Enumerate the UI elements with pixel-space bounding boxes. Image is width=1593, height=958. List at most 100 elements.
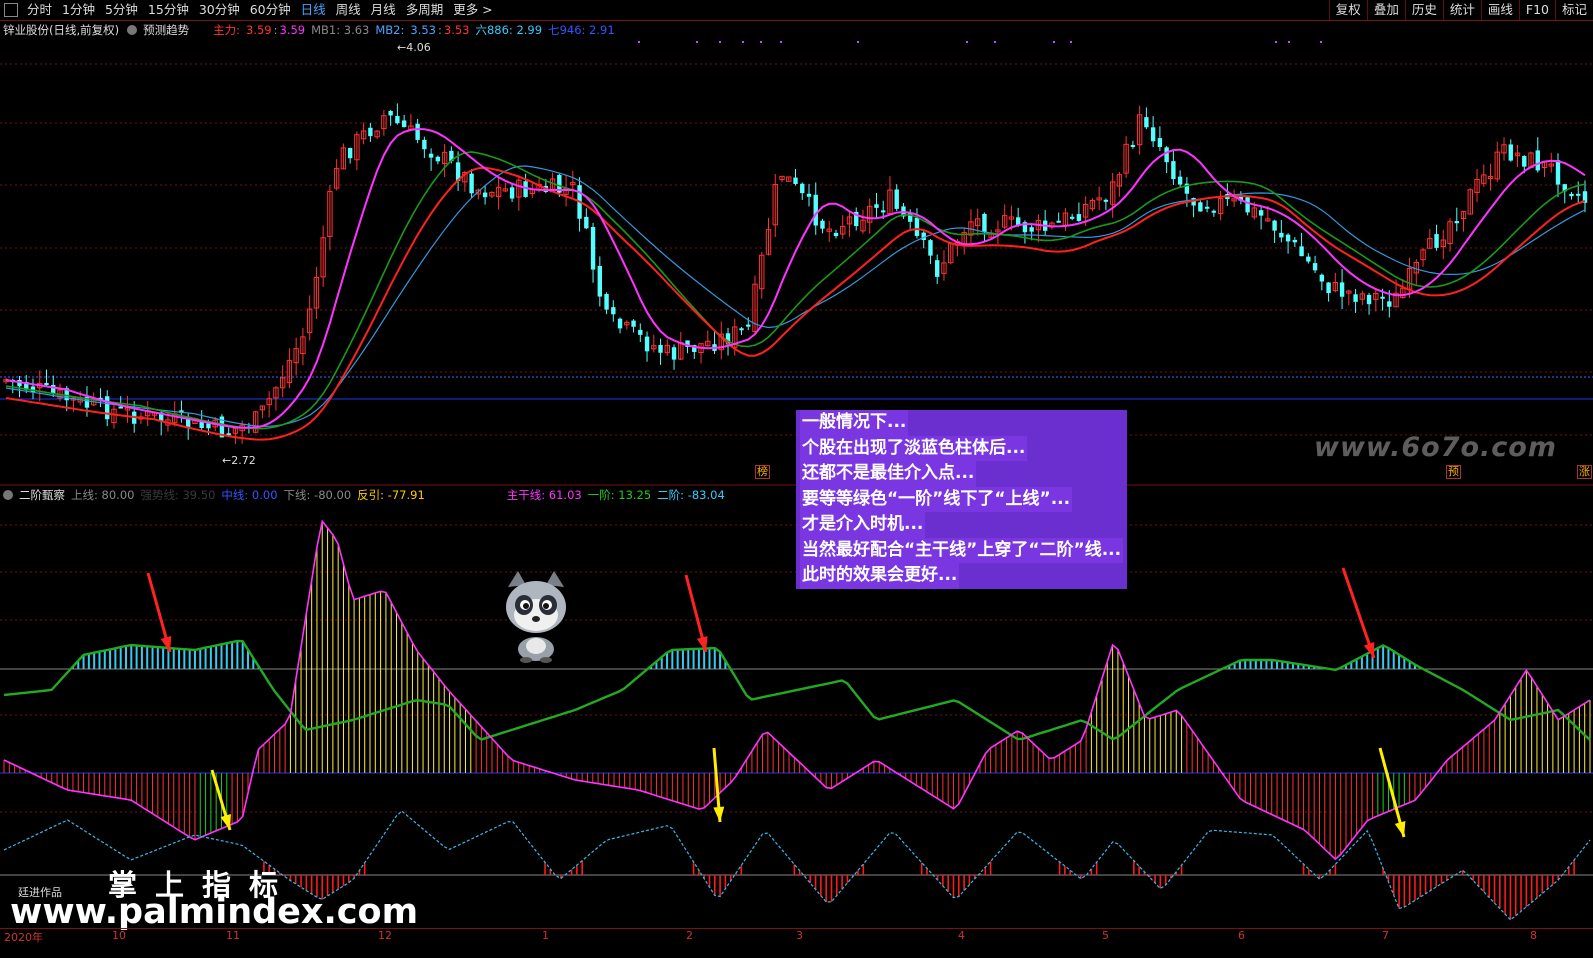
candle-body-down (584, 216, 589, 229)
candle-body-down (1258, 210, 1264, 216)
candle-body-down (1144, 117, 1149, 128)
xiaxian-value: 下线: -80.00 (283, 488, 352, 502)
candle-body-down (1326, 282, 1331, 294)
red-arrow-icon (146, 572, 172, 653)
candle-body-down (800, 183, 805, 194)
annotation-line-0: 一般情况下... (800, 410, 909, 436)
candle-body-down (1339, 282, 1345, 297)
candle-body-down (401, 120, 407, 128)
yellow-arrow-icon (1378, 747, 1406, 838)
candle-body-down (1279, 232, 1284, 238)
bottom-strip (0, 943, 1593, 958)
watermark-site-1: www.6o7o.com (1314, 432, 1557, 463)
candle-body-down (199, 421, 204, 428)
candle-body-down (206, 423, 211, 429)
red-arrow-icon (684, 574, 708, 653)
annotation-line-6: 此时的效果会更好... (800, 563, 960, 589)
date-tick-6: 3 (796, 929, 803, 942)
candle-body-down (1076, 214, 1082, 221)
candle-body-down (388, 110, 393, 116)
candle-body-down (617, 318, 623, 329)
candle-body-down (590, 227, 596, 270)
candle-body-down (597, 265, 603, 297)
date-tick-4: 1 (542, 929, 549, 942)
event-tag-zhang[interactable]: 涨 (1577, 465, 1592, 479)
erjie-value: 二阶: -83.04 (657, 488, 725, 502)
date-tick-9: 6 (1238, 929, 1245, 942)
candle-body-down (1306, 256, 1311, 262)
candle-body-down (1130, 144, 1136, 147)
annotation-line-1: 个股在出现了淡蓝色柱体后... (800, 435, 1028, 461)
date-tick-2: 11 (226, 929, 240, 942)
candle-body-down (1454, 221, 1459, 224)
event-tag-bang[interactable]: 榜 (755, 465, 770, 479)
candle-body-down (644, 336, 650, 352)
zhongxian-value: 中线: 0.00 (221, 488, 278, 502)
candle-body-down (1292, 239, 1298, 243)
candle-body-down (1198, 202, 1203, 212)
date-tick-1: 10 (112, 929, 126, 942)
candle-body-down (935, 260, 940, 277)
candle-body-down (1576, 193, 1581, 196)
candle-body-down (638, 329, 643, 335)
candle-body-down (1204, 206, 1210, 209)
candle-body-down (894, 189, 899, 209)
tutorial-annotation: 一般情况下... 个股在出现了淡蓝色柱体后... 还都不是最佳介入点... 要等等绿色… (796, 410, 1128, 589)
annotation-line-3: 要等等绿色“一阶”线下了“上线”... (800, 486, 1073, 512)
candle-body-down (1164, 147, 1169, 163)
candle-body-down (1366, 294, 1372, 305)
candle-body-down (1434, 234, 1439, 248)
candle-body-down (793, 177, 798, 184)
candle-body-down (1569, 193, 1574, 197)
candle-body-down (833, 233, 839, 237)
candle-body-down (1150, 127, 1156, 142)
date-axis: 2020年 10 11 12 1 2 3 4 5 6 7 8 (0, 928, 1593, 944)
candle-body-down (105, 396, 110, 420)
price-low-label: ←2.72 (222, 454, 256, 467)
date-tick-8: 5 (1102, 929, 1109, 942)
annotation-line-5: 当然最好配合“主干线”上穿了“二阶”线... (800, 537, 1124, 563)
date-tick-3: 12 (378, 929, 392, 942)
candle-body-down (1245, 197, 1250, 213)
sub-indicator-name[interactable]: 二阶甄察 (19, 487, 65, 503)
candle-body-down (739, 328, 744, 331)
candle-body-down (435, 156, 441, 162)
candle-body-down (874, 204, 879, 208)
candle-body-down (422, 139, 427, 150)
ma-line-green (5, 151, 1586, 430)
candle-body-down (982, 213, 987, 233)
candle-body-down (44, 383, 49, 386)
candle-body-down (881, 210, 886, 213)
date-tick-11: 8 (1530, 929, 1537, 942)
candle-body-down (1285, 234, 1291, 242)
candle-body-down (1319, 274, 1325, 282)
candle-body-down (820, 220, 825, 229)
date-tick-7: 4 (958, 929, 965, 942)
candle-body-down (1522, 156, 1527, 167)
ma-line-blue (5, 165, 1586, 427)
candle-body-down (928, 240, 933, 256)
candle-body-down (1353, 294, 1358, 302)
candle-body-down (368, 127, 373, 137)
candle-body-down (1555, 160, 1561, 185)
candle-body-down (611, 307, 616, 315)
candle-body-down (746, 324, 751, 327)
candle-body-down (1312, 263, 1318, 271)
annotation-line-2: 还都不是最佳介入点... (800, 461, 977, 487)
candle-body-down (509, 187, 515, 199)
candle-body-down (1387, 301, 1392, 307)
raccoon-mascot (506, 571, 566, 663)
yijie-value: 一阶: 13.25 (587, 488, 652, 502)
candle-body-down (1103, 199, 1109, 202)
date-tick-10: 7 (1382, 929, 1389, 942)
candle-body-down (1211, 210, 1217, 213)
price-high-label: ←4.06 (397, 41, 431, 54)
date-tick-5: 2 (686, 929, 693, 942)
candle-body-down (1508, 144, 1513, 161)
hidden-value: 强势线: 39.50 (140, 488, 216, 502)
candle-body-down (813, 194, 818, 226)
annotation-line-4: 才是介入时机... (800, 512, 926, 538)
candle-body-down (1272, 220, 1277, 231)
event-tag-yu[interactable]: 预 (1446, 465, 1461, 479)
sub-toggle-icon[interactable] (3, 490, 13, 500)
